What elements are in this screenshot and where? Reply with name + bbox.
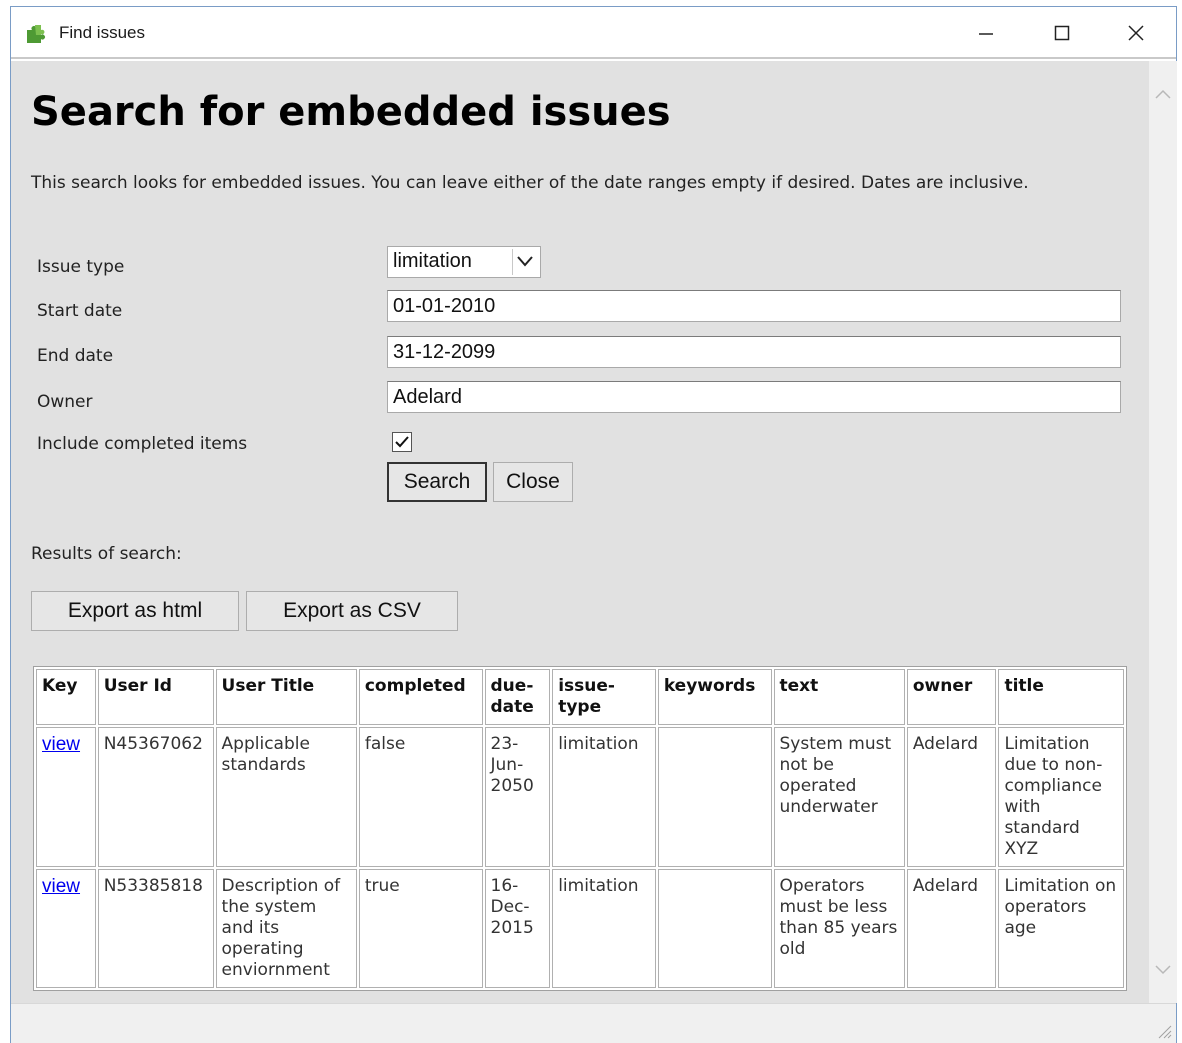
title-cell: Limitation on operators age — [998, 869, 1124, 988]
search-button[interactable]: Search — [387, 462, 487, 502]
resize-grip-icon[interactable] — [1154, 1021, 1172, 1039]
column-header: text — [773, 669, 905, 725]
view-link[interactable]: view — [42, 876, 80, 897]
table-row: view N45367062 Applicable standards fals… — [36, 727, 1124, 867]
minimize-icon — [979, 33, 993, 35]
end-date-label: End date — [37, 346, 114, 366]
completed-cell: false — [358, 727, 483, 867]
page-title: Search for embedded issues — [31, 89, 671, 135]
owner-input[interactable]: Adelard — [387, 381, 1121, 413]
owner-cell: Adelard — [906, 727, 997, 867]
due-date-cell: 23-Jun-2050 — [484, 727, 551, 867]
key-cell: view — [36, 869, 96, 988]
column-header: User Title — [215, 669, 357, 725]
keywords-cell — [657, 869, 772, 988]
chevron-down-icon — [517, 256, 533, 267]
column-header: keywords — [657, 669, 772, 725]
window-title: Find issues — [59, 23, 145, 42]
checkmark-icon — [395, 436, 409, 448]
column-header: due-date — [484, 669, 551, 725]
keywords-cell — [657, 727, 772, 867]
start-date-input[interactable]: 01-01-2010 — [387, 290, 1121, 322]
user-title-cell: Description of the system and its operat… — [215, 869, 357, 988]
owner-label: Owner — [37, 392, 93, 412]
minimize-button[interactable] — [963, 15, 1009, 51]
column-header: issue-type — [552, 669, 656, 725]
text-cell: Operators must be less than 85 years old — [773, 869, 905, 988]
include-completed-label: Include completed items — [37, 434, 248, 454]
export-html-button[interactable]: Export as html — [31, 591, 239, 631]
user-title-cell: Applicable standards — [215, 727, 357, 867]
start-date-label: Start date — [37, 301, 123, 321]
column-header: Key — [36, 669, 96, 725]
key-cell: view — [36, 727, 96, 867]
completed-cell: true — [358, 869, 483, 988]
page-description: This search looks for embedded issues. Y… — [31, 173, 1029, 193]
results-table: Key User Id User Title completed due-dat… — [33, 666, 1127, 991]
issue-type-cell: limitation — [552, 727, 656, 867]
end-date-input[interactable]: 31-12-2099 — [387, 336, 1121, 368]
column-header: title — [998, 669, 1124, 725]
column-header: completed — [358, 669, 483, 725]
text-cell: System must not be operated underwater — [773, 727, 905, 867]
table-header-row: Key User Id User Title completed due-dat… — [36, 669, 1124, 725]
title-bar[interactable]: Find issues — [11, 7, 1176, 59]
status-bar — [11, 1003, 1176, 1043]
user-id-cell: N53385818 — [97, 869, 214, 988]
column-header: owner — [906, 669, 997, 725]
issue-type-cell: limitation — [552, 869, 656, 988]
user-id-cell: N45367062 — [97, 727, 214, 867]
due-date-cell: 16-Dec-2015 — [484, 869, 551, 988]
maximize-button[interactable] — [1039, 15, 1085, 51]
table-row: view N53385818 Description of the system… — [36, 869, 1124, 988]
issue-type-select[interactable]: limitation — [387, 246, 541, 278]
title-cell: Limitation due to non-compliance with st… — [998, 727, 1124, 867]
issue-type-label: Issue type — [37, 257, 125, 277]
scroll-down-icon[interactable] — [1153, 959, 1173, 979]
column-header: User Id — [97, 669, 214, 725]
dialog-content: Search for embedded issues This search l… — [11, 61, 1149, 1003]
find-issues-window: Find issues Search for embedded issues T… — [10, 6, 1177, 1043]
issue-type-value: limitation — [393, 250, 472, 272]
export-csv-button[interactable]: Export as CSV — [246, 591, 458, 631]
puzzle-app-icon — [27, 25, 45, 43]
close-button[interactable]: Close — [493, 462, 573, 502]
results-label: Results of search: — [31, 544, 182, 564]
close-icon — [1128, 25, 1144, 41]
close-window-button[interactable] — [1113, 15, 1159, 51]
maximize-icon — [1054, 25, 1070, 41]
owner-cell: Adelard — [906, 869, 997, 988]
scroll-up-icon[interactable] — [1153, 85, 1173, 105]
vertical-scrollbar[interactable] — [1149, 61, 1177, 1003]
view-link[interactable]: view — [42, 734, 80, 755]
dropdown-arrow[interactable] — [512, 249, 538, 275]
include-completed-checkbox[interactable] — [392, 432, 412, 452]
